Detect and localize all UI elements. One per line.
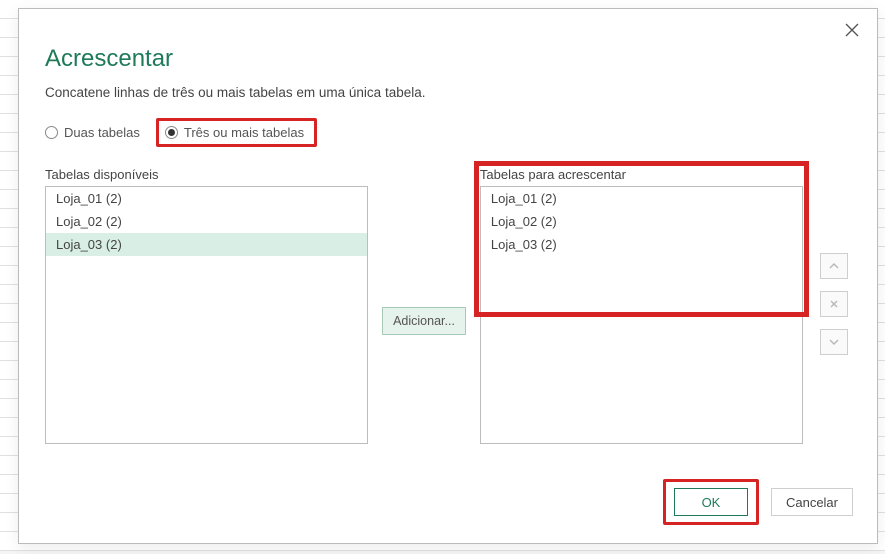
append-dialog: Acrescentar Concatene linhas de três ou …: [18, 8, 878, 544]
close-icon: [829, 299, 839, 309]
list-item[interactable]: Loja_03 (2): [46, 233, 367, 256]
list-item[interactable]: Loja_01 (2): [481, 187, 802, 210]
list-item[interactable]: Loja_01 (2): [46, 187, 367, 210]
annotation-highlight-radio: Três ou mais tabelas: [156, 118, 317, 147]
move-down-button[interactable]: [820, 329, 848, 355]
chevron-up-icon: [829, 261, 839, 271]
radio-group: Duas tabelas Três ou mais tabelas: [45, 118, 851, 147]
list-item[interactable]: Loja_02 (2): [46, 210, 367, 233]
available-tables-list[interactable]: Loja_01 (2) Loja_02 (2) Loja_03 (2): [45, 186, 368, 444]
add-button[interactable]: Adicionar...: [382, 307, 466, 335]
ok-button[interactable]: OK: [674, 488, 748, 516]
list-item[interactable]: Loja_03 (2): [481, 233, 802, 256]
radio-three-or-more[interactable]: Três ou mais tabelas: [165, 125, 304, 140]
radio-label: Três ou mais tabelas: [184, 125, 304, 140]
radio-two-tables[interactable]: Duas tabelas: [45, 125, 140, 140]
chevron-down-icon: [829, 337, 839, 347]
dialog-description: Concatene linhas de três ou mais tabelas…: [45, 85, 851, 100]
remove-button[interactable]: [820, 291, 848, 317]
radio-icon: [45, 126, 58, 139]
available-tables-label: Tabelas disponíveis: [45, 167, 368, 182]
radio-icon: [165, 126, 178, 139]
cancel-button[interactable]: Cancelar: [771, 488, 853, 516]
tables-to-append-label: Tabelas para acrescentar: [480, 167, 803, 182]
radio-label: Duas tabelas: [64, 125, 140, 140]
tables-to-append-list[interactable]: Loja_01 (2) Loja_02 (2) Loja_03 (2): [480, 186, 803, 444]
dialog-title: Acrescentar: [45, 45, 851, 73]
list-item[interactable]: Loja_02 (2): [481, 210, 802, 233]
annotation-highlight-ok: OK: [663, 479, 759, 525]
move-up-button[interactable]: [820, 253, 848, 279]
